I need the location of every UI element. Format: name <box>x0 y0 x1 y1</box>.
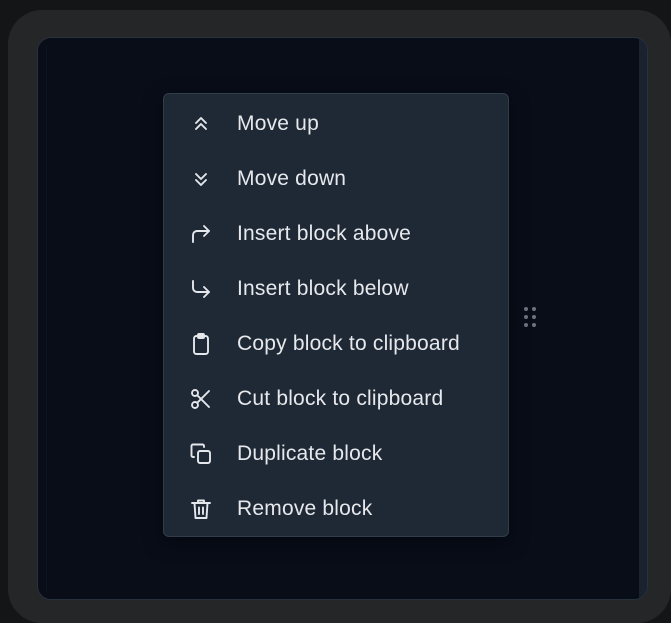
scissors-icon <box>188 386 214 412</box>
grip-dot <box>524 307 528 311</box>
grip-dot <box>532 323 536 327</box>
menu-item-label: Move down <box>237 166 347 190</box>
editor-scrollbar-track[interactable] <box>639 38 647 599</box>
menu-item-label: Duplicate block <box>237 441 383 465</box>
menu-item-label: Cut block to clipboard <box>237 386 444 410</box>
menu-item-remove[interactable]: Remove block <box>164 481 508 536</box>
corner-down-right-icon <box>188 276 214 302</box>
block-drag-handle[interactable] <box>521 305 541 329</box>
clipboard-icon <box>188 331 214 357</box>
block-context-menu: Move up Move down Insert block above Ins… <box>163 93 509 537</box>
menu-item-move-down[interactable]: Move down <box>164 151 508 206</box>
grip-dot <box>524 323 528 327</box>
copy-icon <box>188 441 214 467</box>
menu-item-move-up[interactable]: Move up <box>164 96 508 151</box>
chevrons-up-icon <box>188 111 214 137</box>
corner-up-right-icon <box>188 221 214 247</box>
grip-dot <box>532 315 536 319</box>
menu-item-label: Copy block to clipboard <box>237 331 460 355</box>
chevrons-down-icon <box>188 166 214 192</box>
menu-item-label: Insert block below <box>237 276 409 300</box>
menu-item-label: Remove block <box>237 496 373 520</box>
menu-item-insert-above[interactable]: Insert block above <box>164 206 508 261</box>
trash-icon <box>188 496 214 522</box>
menu-item-cut-to-clipboard[interactable]: Cut block to clipboard <box>164 371 508 426</box>
menu-item-duplicate[interactable]: Duplicate block <box>164 426 508 481</box>
menu-item-label: Insert block above <box>237 221 412 245</box>
menu-item-label: Move up <box>237 111 319 135</box>
grip-dot <box>532 307 536 311</box>
grip-dot <box>524 315 528 319</box>
menu-item-insert-below[interactable]: Insert block below <box>164 261 508 316</box>
menu-item-copy-to-clipboard[interactable]: Copy block to clipboard <box>164 316 508 371</box>
